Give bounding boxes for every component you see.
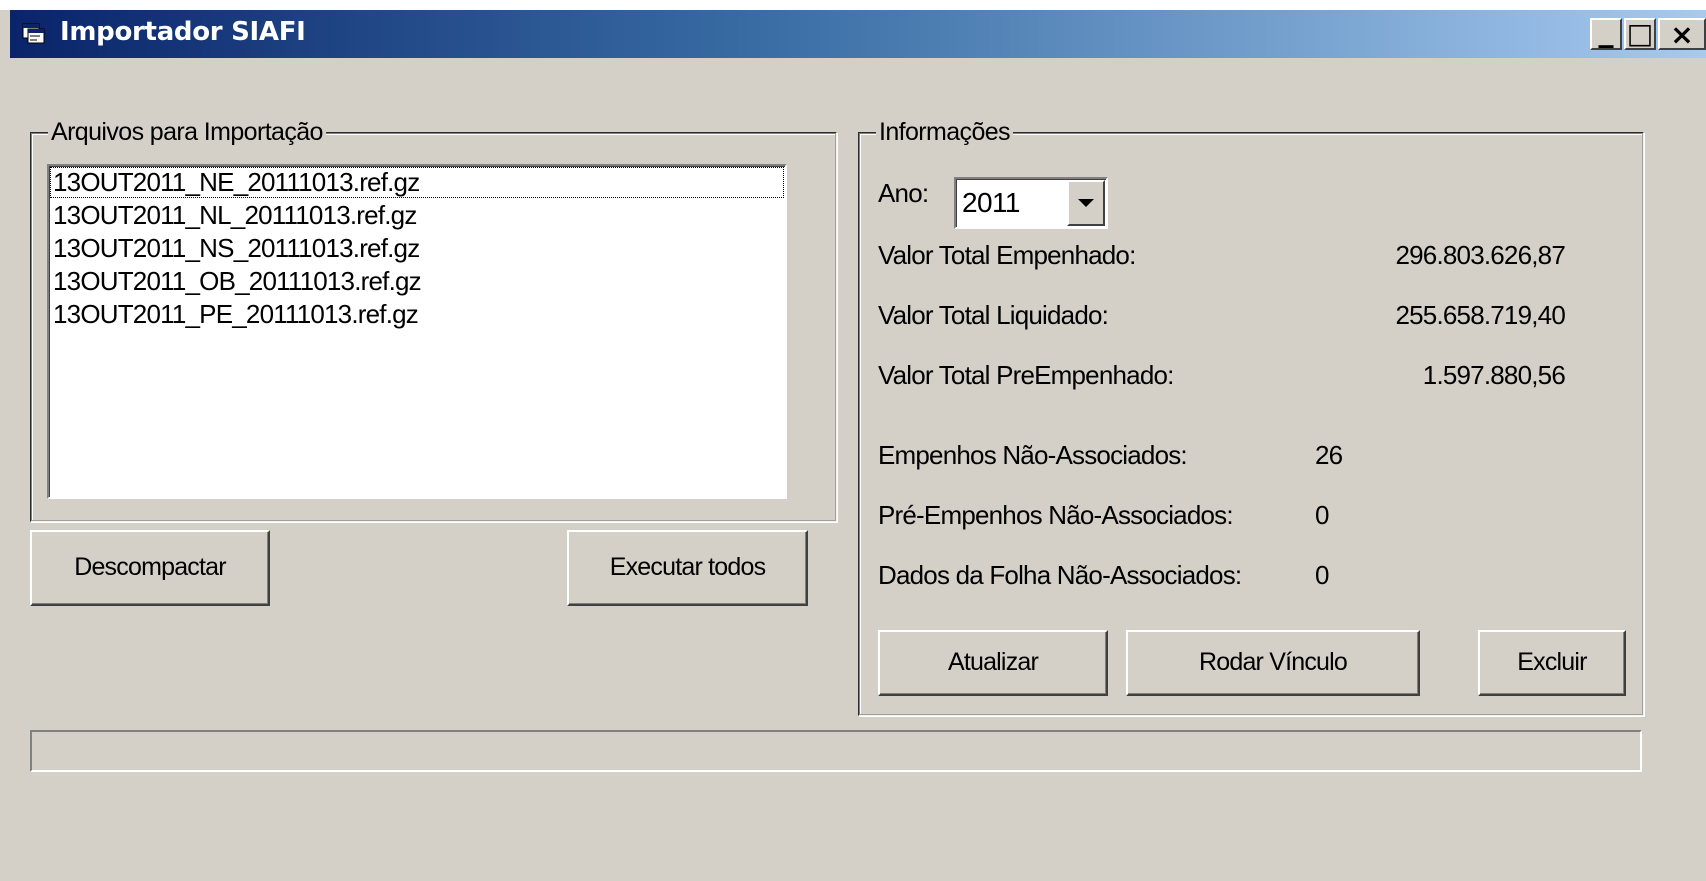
files-groupbox: Arquivos para Importação 13OUT2011_NE_20… xyxy=(30,118,837,522)
valor-total-liquidado-value: 255.658.719,40 xyxy=(1395,300,1565,330)
close-button[interactable]: × xyxy=(1658,18,1706,51)
valor-total-empenhado-value: 296.803.626,87 xyxy=(1395,240,1565,270)
list-item[interactable]: 13OUT2011_NL_20111013.ref.gz xyxy=(49,199,785,232)
descompactar-button[interactable]: Descompactar xyxy=(30,530,270,606)
empenhos-nao-associados-label: Empenhos Não-Associados: xyxy=(878,440,1188,470)
close-icon: × xyxy=(1670,18,1694,51)
maximize-button[interactable]: □ xyxy=(1624,17,1656,50)
files-group-label: Arquivos para Importação xyxy=(48,118,326,147)
list-item[interactable]: 13OUT2011_NE_20111013.ref.gz xyxy=(49,166,785,199)
executar-todos-button[interactable]: Executar todos xyxy=(567,530,808,606)
valor-total-preempenhado-label: Valor Total PreEmpenhado: xyxy=(878,360,1174,390)
valor-total-liquidado-label: Valor Total Liquidado: xyxy=(878,300,1109,330)
title-bar[interactable]: Importador SIAFI _ □ × xyxy=(10,10,1706,58)
progress-bar xyxy=(30,730,1642,772)
ano-combobox[interactable]: 2011 xyxy=(954,177,1108,229)
chevron-down-icon xyxy=(1078,199,1094,207)
ano-label: Ano: xyxy=(878,178,929,208)
minimize-icon: _ xyxy=(1598,14,1614,49)
minimize-button[interactable]: _ xyxy=(1590,14,1622,50)
dados-folha-nao-associados-value: 0 xyxy=(1315,560,1329,590)
maximize-icon: □ xyxy=(1626,17,1654,50)
ano-value: 2011 xyxy=(962,187,1020,218)
importador-window: Importador SIAFI _ □ × Arquivos para Imp… xyxy=(0,10,1706,881)
app-window-icon xyxy=(22,23,45,44)
pre-empenhos-nao-associados-label: Pré-Empenhos Não-Associados: xyxy=(878,500,1234,530)
list-item[interactable]: 13OUT2011_PE_20111013.ref.gz xyxy=(49,298,785,331)
list-item[interactable]: 13OUT2011_NS_20111013.ref.gz xyxy=(49,232,785,265)
excluir-button[interactable]: Excluir xyxy=(1478,630,1626,696)
valor-total-empenhado-label: Valor Total Empenhado: xyxy=(878,240,1136,270)
empenhos-nao-associados-value: 26 xyxy=(1315,440,1343,470)
valor-total-preempenhado-value: 1.597.880,56 xyxy=(1422,360,1566,390)
rodar-vinculo-button[interactable]: Rodar Vínculo xyxy=(1126,630,1420,696)
atualizar-button[interactable]: Atualizar xyxy=(878,630,1108,696)
ano-dropdown-button[interactable] xyxy=(1067,180,1105,226)
info-group-label: Informações xyxy=(876,118,1013,147)
dados-folha-nao-associados-label: Dados da Folha Não-Associados: xyxy=(878,560,1242,590)
list-item[interactable]: 13OUT2011_OB_20111013.ref.gz xyxy=(49,265,785,298)
files-listbox[interactable]: 13OUT2011_NE_20111013.ref.gz 13OUT2011_N… xyxy=(47,164,787,499)
info-groupbox: Informações Ano: 2011 Valor Total Empenh… xyxy=(858,118,1644,716)
window-title: Importador SIAFI xyxy=(60,17,306,47)
pre-empenhos-nao-associados-value: 0 xyxy=(1315,500,1329,530)
